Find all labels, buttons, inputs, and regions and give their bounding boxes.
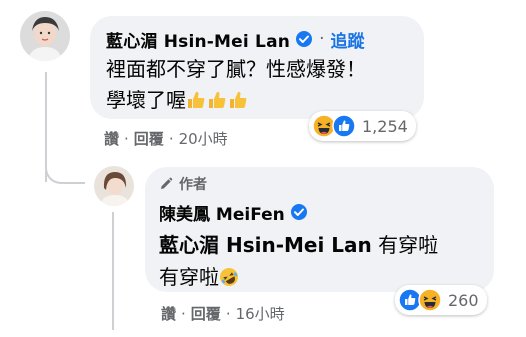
reply-line-1: 有穿啦 [371,233,439,257]
avatar-photo [20,11,70,61]
separator: · [181,304,186,323]
separator: · [168,129,174,148]
reply-author-name[interactable]: 陳美鳳 MeiFen [159,200,285,225]
follow-link[interactable]: 追蹤 [330,27,364,52]
reply-bubble: 作者 陳美鳳 MeiFen 藍心湄 Hsin-Mei Lan 有穿啦 有穿啦 [145,167,494,292]
thumbs-up-icon [230,91,247,108]
reaction-count: 1,254 [362,116,408,136]
verified-badge-icon [290,204,307,220]
comment-actions: 讚 · 回覆 · 20小時 [104,128,228,149]
pencil-icon [161,177,173,189]
separator: · [319,29,325,49]
reaction-count: 260 [448,290,479,310]
timestamp[interactable]: 20小時 [179,128,228,149]
reply-button[interactable]: 回覆 [134,128,164,149]
reply-line-2: 有穿啦 [159,265,219,289]
like-button[interactable]: 讚 [161,303,176,324]
reply-thread-connector [112,212,114,330]
comment-line-1: 裡面都不穿了膩？性感爆發！ [106,57,366,81]
separator: · [124,129,129,148]
like-icon [332,114,356,138]
reply-button[interactable]: 回覆 [191,303,221,324]
author-badge-label: 作者 [179,177,207,193]
comment-text: 裡面都不穿了膩？性感爆發！ 學壞了喔 [106,54,408,119]
comment-line-2: 學壞了喔 [106,88,186,112]
avatar[interactable] [20,11,70,61]
reply-text: 藍心湄 Hsin-Mei Lan 有穿啦 有穿啦 [159,229,478,293]
author-badge: 作者 [159,173,478,195]
thumbs-up-icon [188,91,205,108]
reply-avatar[interactable] [94,166,134,206]
comment-bubble: 藍心湄 Hsin-Mei Lan · 追蹤 裡面都不穿了膩？性感爆發！ 學壞了喔 [90,16,424,119]
separator: · [225,304,231,323]
mention-link[interactable]: 藍心湄 Hsin-Mei Lan [159,233,372,257]
thread-connector-curve [45,160,85,184]
thumbs-up-emojis [186,88,249,119]
reaction-summary[interactable]: 1,254 [309,111,416,141]
author-name[interactable]: 藍心湄 Hsin-Mei Lan [106,27,290,52]
rofl-emoji-icon [220,268,238,286]
verified-badge-icon [296,31,313,47]
like-button[interactable]: 讚 [104,128,119,149]
reaction-summary[interactable]: 260 [395,285,487,315]
timestamp[interactable]: 16小時 [236,303,285,324]
haha-icon [418,288,442,312]
reply-actions: 讚 · 回覆 · 16小時 [161,303,285,324]
thumbs-up-icon [209,91,226,108]
avatar-photo [94,166,134,206]
